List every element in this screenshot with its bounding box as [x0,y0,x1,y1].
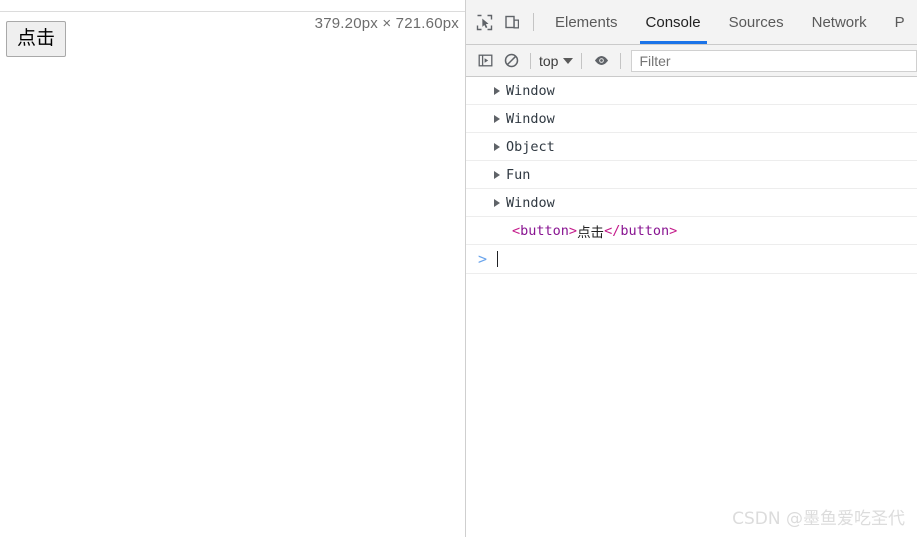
tab-elements[interactable]: Elements [541,0,632,44]
tag-close-end-bracket: > [669,222,678,239]
console-sidebar-icon[interactable] [472,49,498,73]
chevron-down-icon [563,57,574,64]
tag-close-name: button [620,222,670,239]
tab-network[interactable]: Network [798,0,881,44]
viewport-top-border [0,11,465,12]
console-context-label: top [539,52,559,69]
page-viewport: 379.20px × 721.60px 点击 [0,0,466,537]
tab-performance[interactable]: P [881,0,917,44]
console-prompt-row[interactable]: > [466,245,917,274]
clear-console-icon[interactable] [498,49,524,73]
log-row-label: Window [506,110,555,127]
console-output: Window Window Object Fun Window < button >… [466,77,917,537]
tab-console[interactable]: Console [632,0,715,44]
log-row-label: Window [506,82,555,99]
console-filter-input[interactable]: Filter [631,49,917,72]
prompt-text-caret [497,251,499,267]
devtools-tabbar: Elements Console Sources Network P [466,0,917,45]
tag-open-bracket: < [512,222,521,239]
console-log-row[interactable]: Window [466,189,917,217]
expand-triangle-icon[interactable] [494,86,500,95]
click-button[interactable]: 点击 [6,21,67,57]
tag-inner-text: 点击 [577,224,605,241]
console-element-row[interactable]: < button > 点击 </button > [466,217,917,245]
tab-sources[interactable]: Sources [715,0,798,44]
expand-triangle-icon[interactable] [494,170,500,179]
expand-triangle-icon[interactable] [494,198,500,207]
expand-triangle-icon[interactable] [494,114,500,123]
tag-open-close-bracket: > [568,222,578,239]
devtools-panel: Elements Console Sources Network P top F… [466,0,917,537]
console-context-dropdown[interactable]: top [537,53,575,69]
tabbar-divider [533,13,534,31]
console-log-row[interactable]: Fun [466,161,917,189]
console-toolbar-divider-2 [581,52,583,69]
log-row-label: Fun [506,166,531,183]
log-row-label: Window [506,194,555,211]
device-toolbar-icon[interactable] [498,8,526,36]
devtools-tab-list: Elements Console Sources Network P [541,0,917,44]
live-expression-eye-icon[interactable] [588,49,614,73]
inspect-element-icon[interactable] [470,8,498,36]
viewport-dimensions-badge: 379.20px × 721.60px [314,15,459,32]
console-log-row[interactable]: Window [466,77,917,105]
expand-triangle-icon[interactable] [494,142,500,151]
console-toolbar-divider-3 [620,52,622,69]
console-toolbar: top Filter [466,45,917,77]
console-toolbar-divider-1 [530,52,531,69]
log-row-label: Object [506,138,555,155]
console-log-row[interactable]: Object [466,133,917,161]
tag-close-bracket: </ [604,222,621,239]
csdn-watermark: CSDN @墨鱼爱吃圣代 [732,509,905,529]
tag-open-name: button [520,222,569,239]
console-log-row[interactable]: Window [466,105,917,133]
devtools-screenshot-root: 379.20px × 721.60px 点击 Elements Console … [0,0,917,537]
prompt-chevron-icon: > [478,249,488,268]
